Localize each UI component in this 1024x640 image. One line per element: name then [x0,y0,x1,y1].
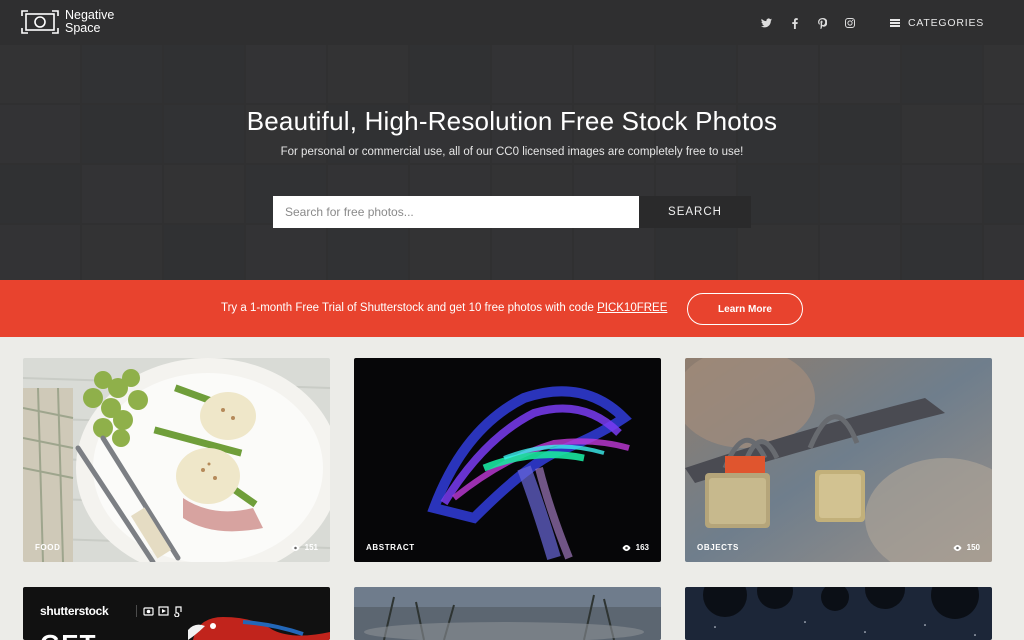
eye-icon [953,544,962,551]
logo-line-2: Space [65,21,101,35]
eye-icon [622,544,631,551]
learn-more-button[interactable]: Learn More [687,293,803,325]
logo-camera-icon [20,9,60,35]
ad-media-icons [135,604,186,618]
parrot-illustration [188,617,330,640]
shutterstock-ad-card[interactable]: shutterstock GET [23,587,330,640]
promo-banner: Try a 1-month Free Trial of Shutterstock… [0,280,1024,337]
card-views-number: 163 [635,543,649,552]
hamburger-icon [890,19,900,27]
photo-card-objects[interactable]: OBJECTS 150 [685,358,992,562]
abstract-photo [354,358,661,562]
instagram-icon[interactable] [841,14,859,32]
food-photo [23,358,330,562]
top-navbar: Negative Space CATEGORIES [0,0,1024,45]
card-view-count: 163 [622,543,649,552]
night-sky-photo [685,587,992,640]
card-category-label: OBJECTS [697,543,739,552]
search-button[interactable]: SEARCH [639,196,751,228]
hero-subtitle: For personal or commercial use, all of o… [280,146,744,158]
card-category-label: ABSTRACT [366,543,415,552]
promo-code-link[interactable]: PICK10FREE [597,302,667,314]
search-input[interactable] [273,196,640,228]
hero-overlay [0,45,1024,280]
landscape-photo [354,587,661,640]
card-views-number: 150 [966,543,980,552]
card-view-count: 150 [953,543,980,552]
categories-menu-button[interactable]: CATEGORIES [890,14,984,32]
shutterstock-logo: shutterstock [40,604,109,618]
photo-card-landscape[interactable] [354,587,661,640]
promo-text: Try a 1-month Free Trial of Shutterstock… [221,302,667,314]
card-category-label: FOOD [35,543,61,552]
logo-text: Negative Space [65,9,114,35]
objects-photo [685,358,992,562]
card-view-count: 151 [291,543,318,552]
site-logo[interactable]: Negative Space [20,9,114,35]
categories-label: CATEGORIES [908,17,985,29]
eye-icon [291,544,300,551]
hero-section: Beautiful, High-Resolution Free Stock Ph… [0,45,1024,280]
photo-card-food[interactable]: FOOD 151 [23,358,330,562]
photo-card-abstract[interactable]: ABSTRACT 163 [354,358,661,562]
ad-headline: GET [40,629,96,640]
photo-card-night-sky[interactable] [685,587,992,640]
hero-title: Beautiful, High-Resolution Free Stock Ph… [246,106,778,136]
twitter-icon[interactable] [757,14,775,32]
promo-message: Try a 1-month Free Trial of Shutterstock… [221,302,598,314]
facebook-icon[interactable] [786,14,804,32]
card-views-number: 151 [304,543,318,552]
pinterest-icon[interactable] [813,14,831,32]
